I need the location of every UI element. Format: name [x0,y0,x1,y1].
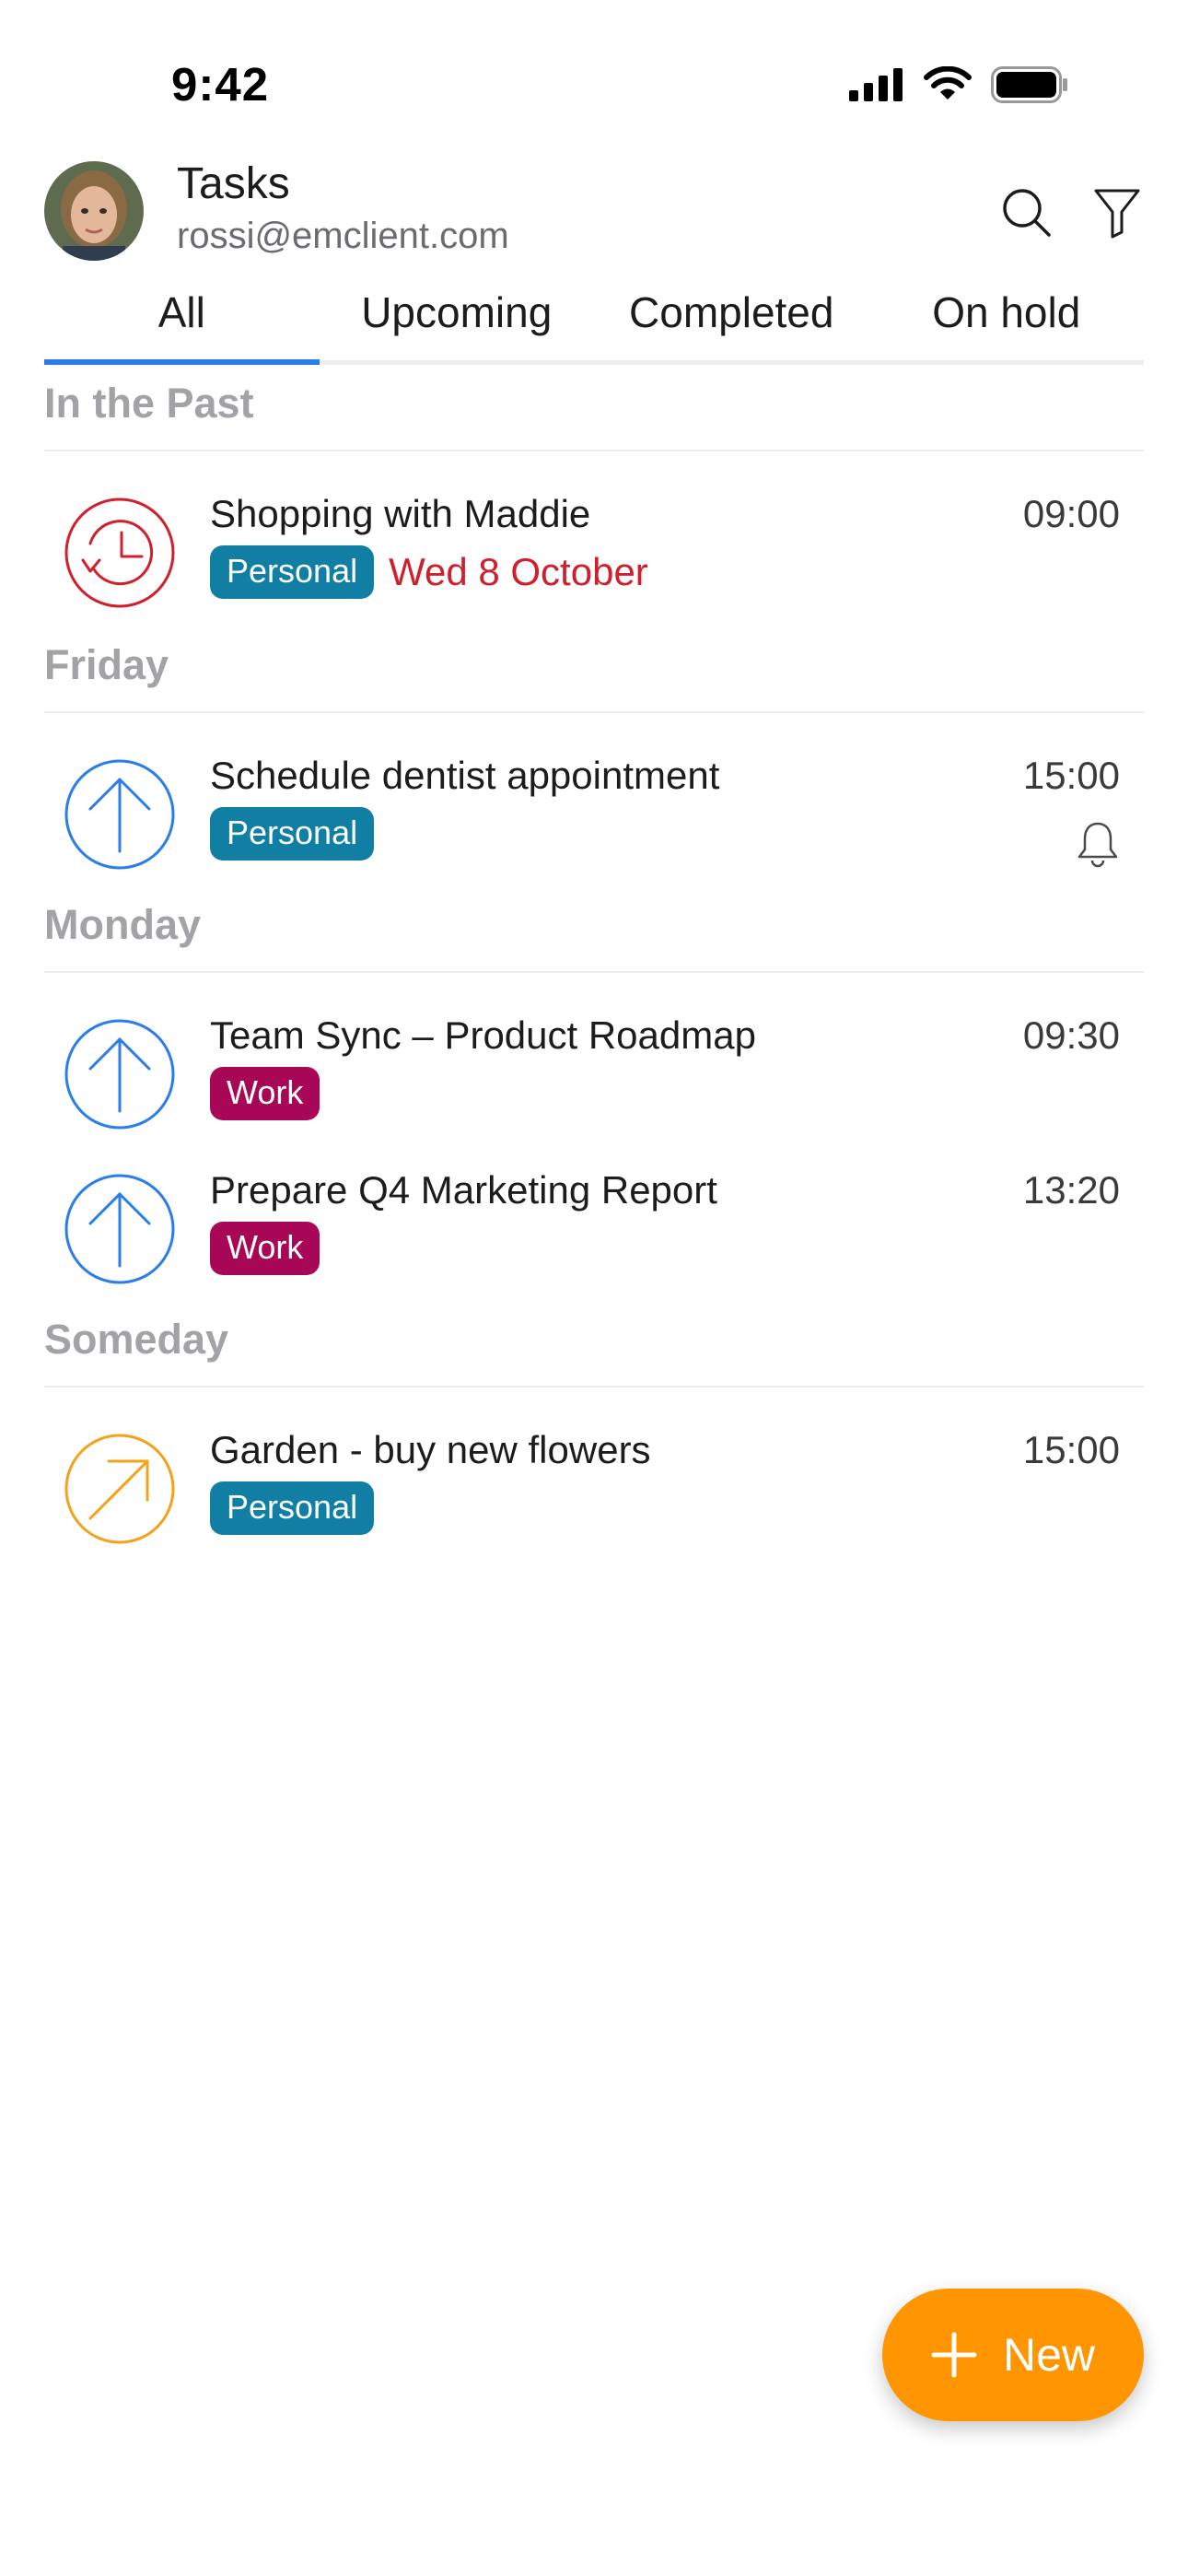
status-bar: 9:42 [0,0,1188,157]
diagonal-arrow-icon [64,1434,175,1544]
filter-button[interactable] [1085,181,1149,245]
wifi-icon [924,66,972,100]
status-icons [849,66,1068,103]
priority-up-arrow-icon [64,759,175,870]
task-meta: Personal [210,1481,375,1535]
category-tag: Personal [210,545,375,599]
task-filter-tabs: All Upcoming Completed On hold [44,276,1144,365]
page-title: Tasks [177,159,290,208]
overdue-clock-icon [64,498,175,608]
tab-upcoming[interactable]: Upcoming [320,276,595,360]
task-time: 13:20 [1022,1168,1120,1212]
category-tag: Work [210,1222,320,1275]
cellular-signal-icon [849,68,903,101]
tab-on-hold[interactable]: On hold [869,276,1145,360]
search-icon [1003,189,1051,237]
account-email[interactable]: rossi@emclient.com [177,216,509,257]
task-meta: Work [210,1222,320,1275]
priority-up-arrow-icon [64,1019,175,1130]
task-title: Schedule dentist appointment [210,754,720,797]
tab-completed[interactable]: Completed [594,276,869,360]
task-row[interactable]: Garden - buy new flowers 15:00 Personal [44,1423,1144,1561]
priority-up-arrow-icon [64,1174,175,1284]
task-time: 15:00 [1022,754,1120,797]
task-row[interactable]: Schedule dentist appointment 15:00 Perso… [44,748,1144,886]
section-header-someday: Someday [44,1316,1144,1388]
section-header-monday: Monday [44,901,1144,973]
section-header-in-the-past: In the Past [44,380,1144,451]
category-tag: Personal [210,807,375,861]
plus-icon [931,2332,977,2378]
avatar[interactable] [44,161,144,261]
task-meta: Personal [210,807,375,861]
new-task-button[interactable]: New [882,2289,1144,2421]
task-time: 09:00 [1022,492,1120,535]
task-row[interactable]: Team Sync – Product Roadmap 09:30 Work [44,1008,1144,1146]
task-title: Shopping with Maddie [210,492,591,535]
tasks-screen: 9:42 Tasks rossi@emclient.com All Upcomi… [0,0,1188,2576]
section-header-friday: Friday [44,641,1144,713]
task-title: Garden - buy new flowers [210,1428,651,1471]
bell-icon [1077,822,1118,868]
overdue-date: Wed 8 October [389,550,648,593]
status-time: 9:42 [171,58,270,111]
task-row[interactable]: Prepare Q4 Marketing Report 13:20 Work [44,1163,1144,1301]
task-time: 09:30 [1022,1013,1120,1057]
category-tag: Personal [210,1481,375,1535]
tab-all[interactable]: All [44,276,320,365]
filter-icon [1094,189,1140,239]
new-task-label: New [1002,2329,1096,2381]
task-time: 15:00 [1022,1428,1120,1471]
task-title: Prepare Q4 Marketing Report [210,1168,717,1212]
task-meta: Work [210,1067,320,1120]
task-meta: Personal Wed 8 October [210,545,648,599]
category-tag: Work [210,1067,320,1120]
task-title: Team Sync – Product Roadmap [210,1013,756,1057]
search-button[interactable] [995,181,1059,245]
battery-icon [991,66,1067,103]
task-row[interactable]: Shopping with Maddie 09:00 Personal Wed … [44,486,1144,625]
